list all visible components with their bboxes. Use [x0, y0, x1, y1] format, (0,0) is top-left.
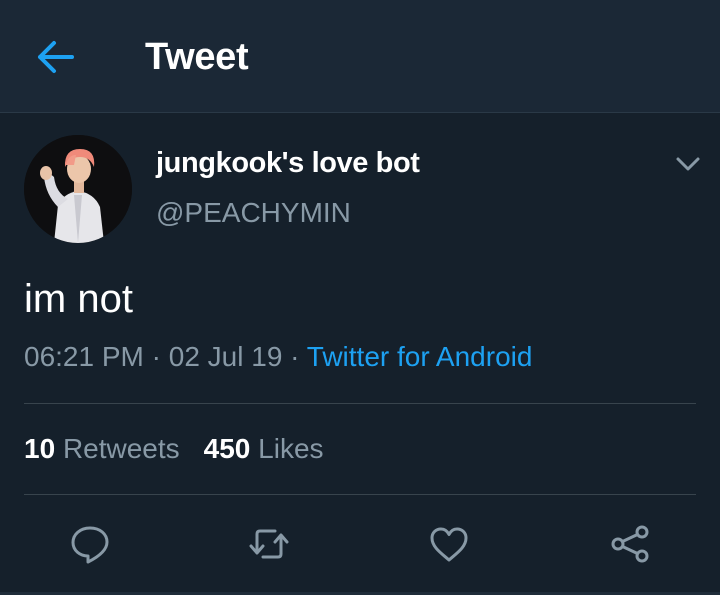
avatar-photo: [24, 135, 132, 243]
tweet-meta: 06:21 PM · 02 Jul 19 · Twitter for Andro…: [24, 341, 532, 373]
author-handle[interactable]: @PEACHYMIN: [156, 197, 351, 229]
tweet-detail-screen: Tweet jungkook's love bot @PEACHYMIN im …: [0, 0, 720, 595]
reply-button[interactable]: [68, 522, 112, 566]
share-button[interactable]: [608, 522, 652, 566]
retweets-count: 10: [24, 433, 56, 464]
tweet-source-link[interactable]: Twitter for Android: [307, 341, 533, 372]
like-icon: [430, 527, 468, 562]
avatar[interactable]: [24, 135, 132, 243]
back-button[interactable]: [34, 38, 78, 76]
arrow-left-icon: [38, 41, 74, 73]
tweet-stats: 10 Retweets 450 Likes: [24, 433, 324, 465]
tweet-date: 02 Jul 19: [168, 341, 283, 372]
divider: [24, 494, 696, 495]
chevron-down-icon: [676, 157, 700, 171]
like-button[interactable]: [427, 522, 471, 566]
page-title: Tweet: [145, 36, 249, 78]
meta-separator: ·: [151, 341, 161, 372]
tweet-options-button[interactable]: [675, 154, 701, 174]
meta-separator: ·: [290, 341, 300, 372]
retweets-label: Retweets: [62, 433, 180, 464]
app-header: Tweet: [0, 0, 720, 113]
share-icon: [611, 525, 649, 563]
divider: [24, 403, 696, 404]
author-display-name[interactable]: jungkook's love bot: [156, 147, 420, 180]
likes-stat[interactable]: 450 Likes: [204, 433, 324, 464]
retweet-button[interactable]: [247, 522, 291, 566]
retweets-stat[interactable]: 10 Retweets: [24, 433, 180, 464]
retweet-icon: [249, 529, 289, 559]
tweet-time: 06:21 PM: [24, 341, 144, 372]
likes-label: Likes: [258, 433, 324, 464]
reply-icon: [71, 526, 109, 564]
likes-count: 450: [203, 433, 251, 464]
tweet-text: im not: [24, 277, 133, 321]
